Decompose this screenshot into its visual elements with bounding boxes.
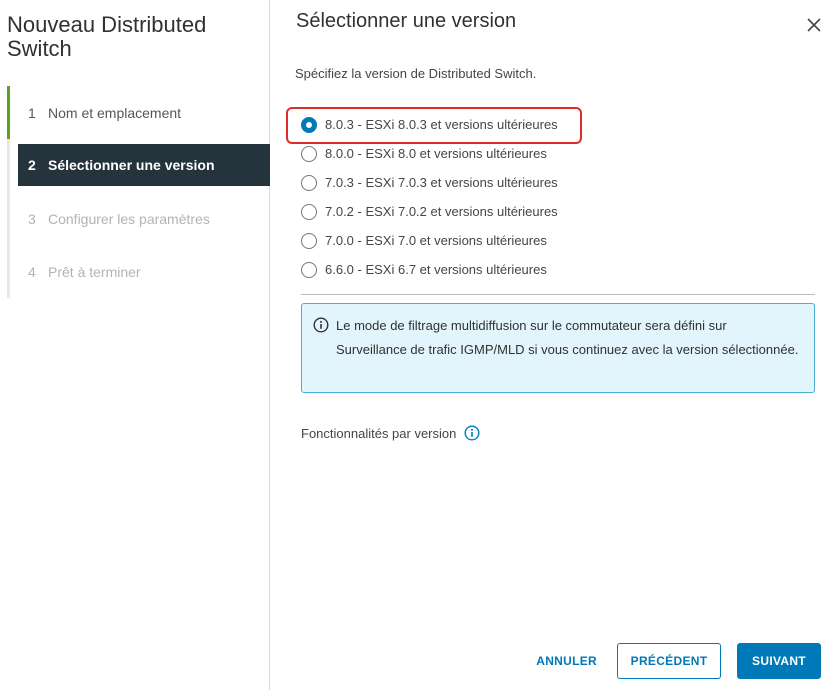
features-label: Fonctionnalités par version bbox=[301, 425, 457, 441]
version-option-6-6-0[interactable]: 6.6.0 - ESXi 6.7 et versions ultérieures bbox=[301, 255, 558, 284]
wizard-footer: ANNULER PRÉCÉDENT SUIVANT bbox=[524, 643, 821, 679]
step-number: 4 bbox=[28, 263, 36, 280]
step-select-version[interactable]: 2 Sélectionner une version bbox=[18, 144, 270, 186]
version-option-7-0-3[interactable]: 7.0.3 - ESXi 7.0.3 et versions ultérieur… bbox=[301, 168, 558, 197]
divider bbox=[301, 294, 815, 295]
close-icon[interactable] bbox=[805, 16, 823, 34]
step-number: 2 bbox=[28, 157, 36, 173]
version-option-7-0-2[interactable]: 7.0.2 - ESXi 7.0.2 et versions ultérieur… bbox=[301, 197, 558, 226]
radio-button[interactable] bbox=[301, 203, 317, 220]
features-by-version: Fonctionnalités par version bbox=[301, 425, 480, 441]
step-configure-settings: 3 Configurer les paramètres bbox=[10, 192, 270, 245]
wizard-content: Sélectionner une version Spécifiez la ve… bbox=[271, 0, 837, 690]
radio-button[interactable] bbox=[301, 261, 317, 278]
version-radio-group: 8.0.3 - ESXi 8.0.3 et versions ultérieur… bbox=[301, 110, 558, 284]
version-option-7-0-0[interactable]: 7.0.0 - ESXi 7.0 et versions ultérieures bbox=[301, 226, 558, 255]
step-number: 3 bbox=[28, 210, 36, 227]
page-title: Sélectionner une version bbox=[296, 10, 517, 32]
radio-button[interactable] bbox=[301, 116, 317, 133]
step-label: Nom et emplacement bbox=[48, 104, 182, 121]
next-button[interactable]: SUIVANT bbox=[737, 643, 821, 679]
step-label: Configurer les paramètres bbox=[48, 210, 210, 227]
step-ready-to-complete: 4 Prêt à terminer bbox=[10, 245, 270, 298]
radio-button[interactable] bbox=[301, 174, 317, 191]
cancel-button[interactable]: ANNULER bbox=[524, 643, 609, 679]
alert-text: Le mode de filtrage multidiffusion sur l… bbox=[336, 318, 799, 357]
version-label: 7.0.2 - ESXi 7.0.2 et versions ultérieur… bbox=[325, 204, 558, 219]
step-number: 1 bbox=[28, 104, 36, 121]
version-label: 7.0.0 - ESXi 7.0 et versions ultérieures bbox=[325, 233, 547, 248]
info-icon[interactable] bbox=[464, 425, 480, 441]
radio-button[interactable] bbox=[301, 145, 317, 162]
page-subtitle: Spécifiez la version de Distributed Swit… bbox=[295, 66, 537, 81]
version-label: 7.0.3 - ESXi 7.0.3 et versions ultérieur… bbox=[325, 175, 558, 190]
version-option-8-0-0[interactable]: 8.0.0 - ESXi 8.0 et versions ultérieures bbox=[301, 139, 558, 168]
info-alert: Le mode de filtrage multidiffusion sur l… bbox=[301, 303, 815, 393]
step-name-location[interactable]: 1 Nom et emplacement bbox=[7, 86, 270, 139]
info-icon bbox=[313, 317, 329, 333]
version-label: 6.6.0 - ESXi 6.7 et versions ultérieures bbox=[325, 262, 547, 277]
wizard-sidebar: Nouveau Distributed Switch 1 Nom et empl… bbox=[0, 0, 270, 690]
version-label: 8.0.3 - ESXi 8.0.3 et versions ultérieur… bbox=[325, 117, 558, 132]
step-label: Sélectionner une version bbox=[48, 157, 215, 173]
version-option-8-0-3[interactable]: 8.0.3 - ESXi 8.0.3 et versions ultérieur… bbox=[301, 110, 558, 139]
version-label: 8.0.0 - ESXi 8.0 et versions ultérieures bbox=[325, 146, 547, 161]
previous-button[interactable]: PRÉCÉDENT bbox=[617, 643, 721, 679]
radio-button[interactable] bbox=[301, 232, 317, 249]
wizard-steps: 1 Nom et emplacement 2 Sélectionner une … bbox=[7, 86, 270, 298]
wizard-title: Nouveau Distributed Switch bbox=[7, 12, 207, 61]
step-label: Prêt à terminer bbox=[48, 263, 141, 280]
